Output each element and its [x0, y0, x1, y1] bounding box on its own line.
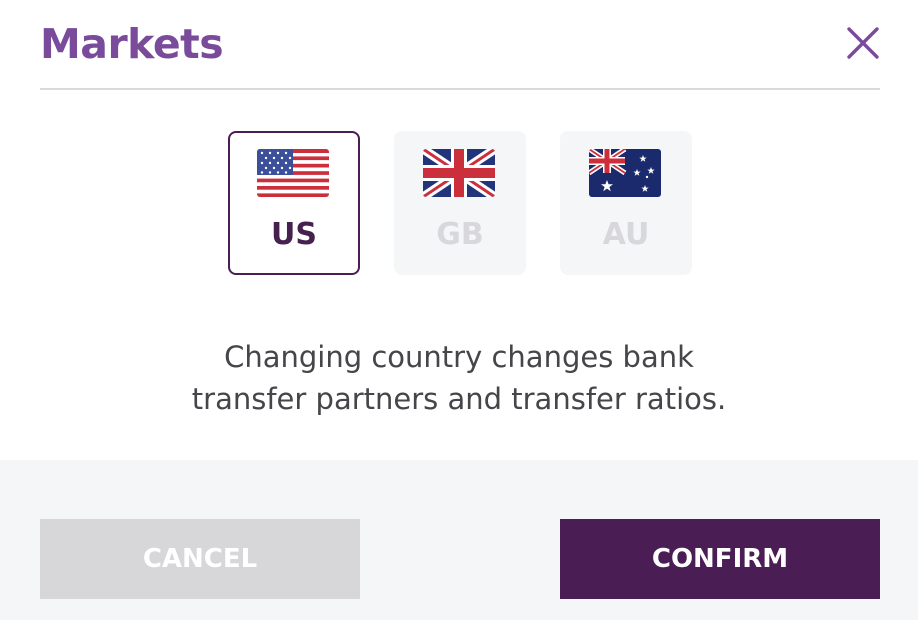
market-code: GB: [436, 217, 484, 252]
description-line-1: Changing country changes bank: [224, 340, 694, 374]
market-description: Changing country changes bank transfer p…: [0, 336, 918, 420]
modal-header: Markets: [40, 18, 880, 90]
market-option-gb[interactable]: GB: [394, 131, 526, 275]
confirm-button[interactable]: CONFIRM: [560, 519, 880, 599]
market-option-us[interactable]: US: [228, 131, 360, 275]
markets-modal: Markets US GB AU Changing country change…: [0, 0, 918, 620]
close-icon[interactable]: [846, 26, 880, 60]
au-flag-icon: [589, 149, 661, 197]
market-code: US: [271, 217, 317, 252]
market-option-au[interactable]: AU: [560, 131, 692, 275]
market-code: AU: [602, 217, 650, 252]
modal-title: Markets: [40, 20, 224, 68]
description-line-2: transfer partners and transfer ratios.: [191, 382, 727, 416]
cancel-button[interactable]: CANCEL: [40, 519, 360, 599]
us-flag-icon: [257, 149, 329, 197]
market-selector: US GB AU: [228, 131, 692, 275]
modal-footer: CANCEL CONFIRM: [0, 460, 918, 620]
gb-flag-icon: [423, 149, 495, 197]
